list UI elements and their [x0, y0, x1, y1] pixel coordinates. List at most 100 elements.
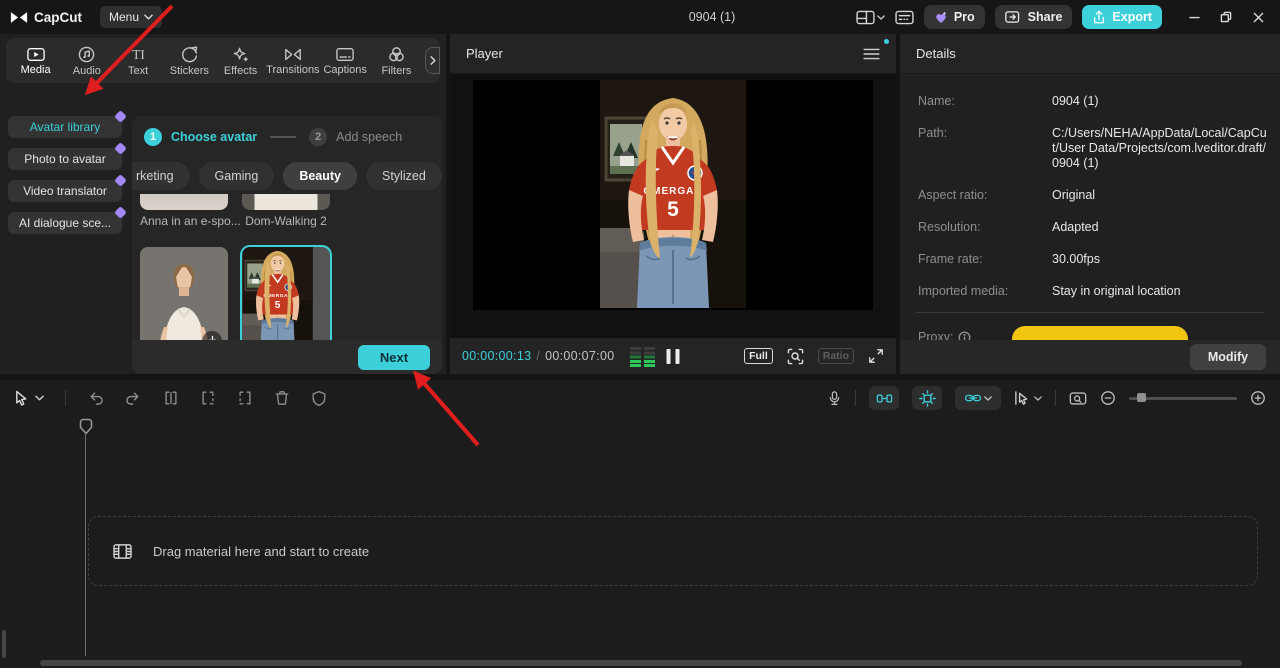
detail-value: Adapted: [1052, 220, 1268, 235]
mask-icon[interactable]: [311, 390, 327, 407]
details-panel: Details Name: 0904 (1) Path: C:/Users/NE…: [900, 34, 1280, 374]
tab-filters[interactable]: Filters: [371, 46, 422, 77]
text-icon: TI: [130, 46, 147, 63]
chip-gaming[interactable]: Gaming: [199, 162, 275, 190]
detail-row-imported-media: Imported media: Stay in original locatio…: [918, 284, 1268, 299]
ratio-button[interactable]: Ratio: [818, 348, 854, 364]
tab-media[interactable]: Media: [10, 47, 61, 76]
share-button[interactable]: Share: [995, 5, 1073, 29]
auto-snap-toggle[interactable]: [912, 386, 942, 410]
delete-left-icon[interactable]: [200, 390, 216, 406]
notes-button[interactable]: [895, 10, 914, 25]
delete-right-icon[interactable]: [237, 390, 253, 406]
chip-beauty[interactable]: Beauty: [283, 162, 357, 190]
timeline-zoom-slider[interactable]: [1129, 393, 1237, 403]
app-logo: CapCut: [10, 10, 82, 25]
tab-audio-label: Audio: [73, 65, 101, 77]
capcut-logo-icon: [10, 11, 28, 24]
player-menu-button[interactable]: [863, 48, 880, 60]
detail-value: 0904 (1): [1052, 94, 1268, 109]
track-select-mode-button[interactable]: [1014, 390, 1042, 406]
undo-icon[interactable]: [87, 390, 104, 406]
sidebar-item-video-translator[interactable]: Video translator: [8, 180, 122, 202]
detail-value: Stay in original location: [1052, 284, 1268, 299]
tab-transitions-label: Transitions: [266, 64, 319, 76]
zoom-out-icon[interactable]: [1100, 390, 1116, 406]
timeline-dropzone[interactable]: Drag material here and start to create: [88, 516, 1258, 586]
pro-button[interactable]: Pro: [924, 5, 985, 29]
step-2-label: Add speech: [336, 130, 402, 144]
magnetic-snap-toggle[interactable]: [869, 386, 899, 410]
avatar-library-content: 1 Choose avatar 2 Add speech rketing Gam…: [132, 116, 442, 374]
tab-filters-label: Filters: [381, 65, 411, 77]
slider-handle[interactable]: [1137, 393, 1146, 402]
share-label: Share: [1028, 10, 1063, 24]
player-controls: 00:00:00:13 / 00:00:07:00 Full Ratio: [450, 338, 896, 374]
tab-stickers-label: Stickers: [170, 65, 209, 77]
close-button[interactable]: [1244, 4, 1272, 30]
pause-button[interactable]: [667, 349, 680, 364]
sidebar-item-ai-dialogue-scene[interactable]: AI dialogue sce...: [8, 212, 122, 234]
zoom-in-icon[interactable]: [1250, 390, 1266, 406]
modify-button[interactable]: Modify: [1190, 344, 1266, 370]
split-icon[interactable]: [163, 390, 179, 406]
vertical-scrollbar[interactable]: [2, 630, 6, 658]
detail-label: Path:: [918, 126, 1052, 171]
detail-row-aspect-ratio: Aspect ratio: Original: [918, 188, 1268, 203]
tab-text[interactable]: TI Text: [112, 46, 163, 77]
chip-stylized[interactable]: Stylized: [366, 162, 442, 190]
step-2-indicator: 2: [309, 128, 327, 146]
tab-audio[interactable]: Audio: [61, 46, 112, 77]
full-button[interactable]: Full: [744, 348, 773, 364]
tabs-expand-button[interactable]: [425, 47, 440, 74]
redo-icon[interactable]: [125, 390, 142, 406]
film-icon: [113, 543, 132, 560]
sidebar-item-photo-to-avatar[interactable]: Photo to avatar: [8, 148, 122, 170]
playhead-line[interactable]: [85, 433, 86, 656]
notification-dot: [884, 39, 889, 44]
chevron-down-icon: [1034, 396, 1042, 401]
tab-stickers[interactable]: Stickers: [164, 46, 215, 77]
select-tool-button[interactable]: [14, 390, 44, 406]
detail-label: Imported media:: [918, 284, 1052, 299]
tab-transitions[interactable]: Transitions: [266, 47, 319, 76]
chevron-right-icon: [430, 56, 436, 65]
preview-axis-icon[interactable]: [1069, 391, 1087, 406]
detail-row-path: Path: C:/Users/NEHA/AppData/Local/CapCut…: [918, 126, 1268, 171]
category-chips: rketing Gaming Beauty Stylized: [132, 146, 442, 190]
wizard-footer: Next: [132, 340, 442, 374]
layout-toggle-button[interactable]: [856, 10, 885, 25]
tab-effects[interactable]: Effects: [215, 46, 266, 77]
current-timecode: 00:00:00:13: [462, 349, 531, 363]
ai-tools-sidebar: Avatar library Photo to avatar Video tra…: [0, 116, 132, 244]
chip-marketing[interactable]: rketing: [132, 162, 190, 190]
avatar-card-partial[interactable]: Anna in an e-spo...: [140, 194, 228, 228]
export-button[interactable]: Export: [1082, 5, 1162, 29]
menu-button[interactable]: Menu: [100, 6, 162, 28]
preview-quality-button[interactable]: [787, 348, 804, 365]
chevron-down-icon: [35, 395, 44, 401]
detail-value: Original: [1052, 188, 1268, 203]
avatar-card-partial[interactable]: Dom-Walking 2: [242, 194, 330, 228]
gem-heart-icon: [934, 11, 948, 24]
chevron-down-icon: [144, 14, 153, 20]
details-header: Details: [900, 34, 1280, 74]
timecode-separator: /: [536, 349, 540, 363]
tab-effects-label: Effects: [224, 65, 257, 77]
record-voiceover-icon[interactable]: [827, 390, 842, 407]
horizontal-scrollbar[interactable]: [40, 660, 1242, 666]
tab-captions[interactable]: Captions: [320, 47, 371, 76]
media-icon: [27, 47, 45, 62]
fullscreen-button[interactable]: [868, 348, 884, 364]
next-button[interactable]: Next: [358, 345, 430, 370]
premium-badge-icon: [114, 174, 127, 187]
restore-button[interactable]: [1212, 4, 1240, 30]
linkage-toggle[interactable]: [955, 386, 1001, 410]
avatar-thumb-partial: [140, 194, 228, 210]
minimize-button[interactable]: [1180, 4, 1208, 30]
delete-trash-icon[interactable]: [274, 390, 290, 406]
sidebar-item-avatar-library[interactable]: Avatar library: [8, 116, 122, 138]
playhead-handle[interactable]: [79, 418, 93, 435]
track-cursor-icon: [1014, 390, 1029, 406]
tab-media-label: Media: [21, 64, 51, 76]
